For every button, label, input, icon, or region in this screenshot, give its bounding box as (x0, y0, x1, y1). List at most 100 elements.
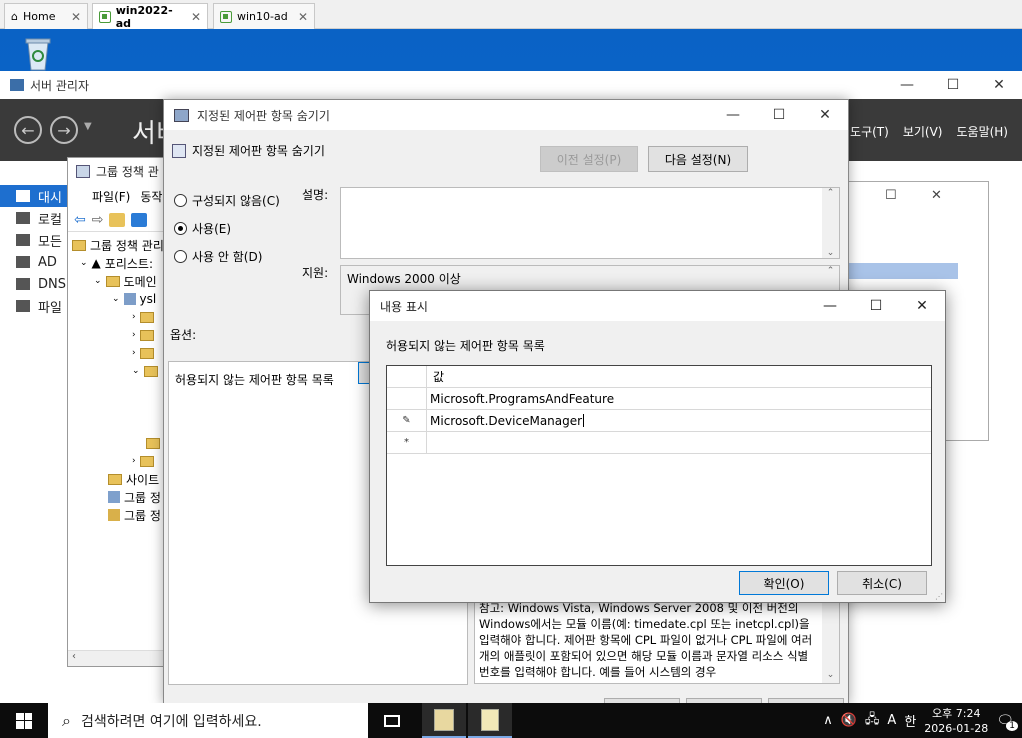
recycle-bin-icon[interactable] (18, 36, 58, 72)
edit-pencil-icon[interactable]: ✎ (387, 410, 427, 431)
window-controls: — ☐ ✕ (807, 291, 945, 321)
chevron-down-icon[interactable]: ⌄ (112, 294, 120, 304)
start-button[interactable] (0, 703, 48, 738)
close-icon[interactable]: ✕ (191, 10, 201, 24)
sidebar-item-label: 대시 (38, 190, 62, 206)
policy-titlebar: 지정된 제어판 항목 숨기기 — ☐ ✕ (164, 100, 848, 130)
clock-date: 2026-01-28 (924, 721, 989, 735)
notification-icon[interactable]: 🗨 1 (996, 713, 1018, 731)
forest-icon: ▲ (91, 256, 101, 270)
folder-up-icon[interactable] (109, 212, 126, 227)
chevron-down-icon[interactable]: ▼ (84, 121, 92, 132)
system-tray: ∧ 🔇 🖧 A 한 오후 7:24 2026-01-28 🗨 1 (823, 703, 1022, 738)
chevron-right-icon[interactable]: › (132, 348, 136, 358)
comment-field[interactable]: ⌃ ⌄ (340, 187, 840, 259)
chevron-up-icon[interactable]: ∧ (823, 713, 833, 728)
ok-button[interactable]: 확인(O) (739, 571, 829, 595)
minimize-icon[interactable]: — (710, 100, 756, 130)
close-icon[interactable]: ✕ (298, 10, 308, 24)
radio-enabled[interactable]: 사용(E) (174, 220, 231, 237)
maximize-icon[interactable]: ☐ (853, 291, 899, 321)
network-icon[interactable]: 🖧 (865, 710, 880, 732)
taskbar-app-gpmc[interactable] (468, 703, 512, 738)
search-placeholder: 검색하려면 여기에 입력하세요. (80, 713, 262, 730)
radio-circle[interactable] (174, 222, 187, 235)
close-icon[interactable]: ✕ (71, 10, 81, 24)
radio-disabled[interactable]: 사용 안 함(D) (174, 248, 262, 265)
show-contents-dialog: 내용 표시 — ☐ ✕ 허용되지 않는 제어판 항목 목록 값 Microsof… (369, 290, 946, 603)
chevron-down-icon[interactable]: ⌄ (80, 258, 88, 268)
chevron-down-icon[interactable]: ⌄ (94, 276, 102, 286)
maximize-icon[interactable]: ☐ (930, 71, 976, 99)
clock[interactable]: 오후 7:24 2026-01-28 (924, 706, 988, 736)
close-icon[interactable]: ✕ (802, 100, 848, 130)
vm-tab-win2022[interactable]: win2022-ad ✕ (92, 3, 208, 30)
chevron-right-icon[interactable]: › (132, 312, 136, 322)
vertical-scrollbar[interactable]: ⌃⌄ (822, 188, 839, 258)
volume-muted-icon[interactable]: 🔇 (841, 713, 857, 728)
folder-icon (139, 347, 154, 359)
sidebar-item-label: 파일 (38, 300, 62, 316)
close-icon[interactable]: ✕ (976, 71, 1022, 99)
menu-tools[interactable]: 도구(T) (850, 123, 889, 140)
value-cell[interactable] (427, 432, 931, 453)
new-row-icon[interactable]: * (387, 432, 427, 453)
minimize-icon[interactable]: — (884, 71, 930, 99)
taskbar-app-server-manager[interactable] (422, 703, 466, 738)
minimize-icon[interactable]: — (807, 291, 853, 321)
maximize-icon[interactable]: ☐ (885, 188, 897, 203)
radio-circle[interactable] (174, 194, 187, 207)
sidebar-item-all[interactable]: 모든 (0, 229, 68, 251)
maximize-icon[interactable]: ☐ (756, 100, 802, 130)
task-view-icon[interactable] (370, 703, 414, 738)
close-icon[interactable]: ✕ (931, 188, 942, 203)
menu-view[interactable]: 보기(V) (903, 123, 943, 140)
window-controls: — ☐ ✕ (884, 71, 1022, 99)
chevron-down-icon[interactable]: ⌄ (132, 366, 140, 376)
sidebar-item-dns[interactable]: DNS (0, 273, 68, 295)
folder-icon (105, 275, 120, 287)
dns-icon (16, 278, 30, 290)
sidebar-item-dashboard[interactable]: 대시 (0, 185, 68, 207)
tree-node-label: 포리스트: (104, 256, 153, 271)
previous-setting-button[interactable]: 이전 설정(P) (540, 146, 638, 172)
list-heading: 허용되지 않는 제어판 항목 목록 (386, 339, 545, 353)
taskbar-search[interactable]: ⌕ 검색하려면 여기에 입력하세요. (48, 703, 368, 738)
menu-file[interactable]: 파일(F) (92, 188, 130, 205)
row-marker[interactable] (387, 388, 427, 409)
value-cell[interactable]: Microsoft.ProgramsAndFeature (427, 388, 931, 409)
policy-icon (174, 108, 189, 122)
value-cell[interactable]: Microsoft.DeviceManager (427, 410, 931, 431)
vm-tab-win10[interactable]: win10-ad ✕ (213, 3, 315, 29)
column-header-value[interactable]: 값 (427, 366, 931, 387)
input-indicator[interactable]: A (887, 713, 896, 728)
forward-icon[interactable]: ⇨ (92, 212, 104, 228)
next-setting-button[interactable]: 다음 설정(N) (648, 146, 748, 172)
chevron-right-icon[interactable]: › (132, 456, 136, 466)
radio-label: 구성되지 않음(C) (192, 194, 280, 208)
resize-grip-icon[interactable]: ⋰ (935, 592, 943, 601)
forward-icon[interactable]: → (50, 116, 78, 144)
sidebar-item-local[interactable]: 로컬 (0, 207, 68, 229)
chevron-right-icon[interactable]: › (132, 330, 136, 340)
menu-help[interactable]: 도움말(H) (956, 123, 1008, 140)
ime-mode-indicator[interactable]: 한 (904, 711, 916, 730)
table-row[interactable]: * (387, 432, 931, 454)
vm-tab-home[interactable]: ⌂ Home ✕ (4, 3, 88, 29)
table-row[interactable]: Microsoft.ProgramsAndFeature (387, 388, 931, 410)
menu-action[interactable]: 동작 (140, 188, 162, 205)
tree-node-label: 사이트 (126, 472, 160, 487)
value-grid: 값 Microsoft.ProgramsAndFeature ✎ Microso… (386, 365, 932, 566)
sidebar-item-files[interactable]: 파일 (0, 295, 68, 317)
console-icon[interactable] (131, 212, 148, 227)
radio-not-configured[interactable]: 구성되지 않음(C) (174, 192, 280, 209)
radio-circle[interactable] (174, 250, 187, 263)
cancel-button[interactable]: 취소(C) (837, 571, 927, 595)
vm-tab-label: win10-ad (237, 10, 288, 23)
vertical-scrollbar[interactable]: ⌃⌄ (822, 597, 839, 683)
back-icon[interactable]: ⇦ (74, 212, 86, 228)
back-icon[interactable]: ← (14, 116, 42, 144)
close-icon[interactable]: ✕ (899, 291, 945, 321)
sidebar-item-ad[interactable]: AD (0, 251, 68, 273)
table-row[interactable]: ✎ Microsoft.DeviceManager (387, 410, 931, 432)
